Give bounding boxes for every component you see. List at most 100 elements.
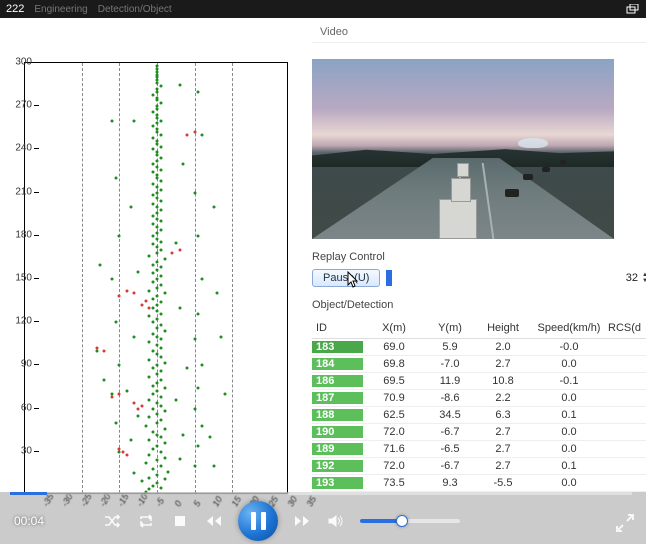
scatter-point — [156, 96, 159, 99]
restore-icon[interactable] — [626, 4, 640, 14]
scatter-point — [137, 407, 140, 410]
scatter-point — [159, 450, 162, 453]
scatter-point — [152, 321, 155, 324]
cell-x: 71.6 — [364, 443, 424, 455]
scatter-point — [133, 472, 136, 475]
table-row[interactable]: 19272.0-6.72.70.1 — [312, 458, 646, 475]
col-height[interactable]: Height — [476, 322, 530, 334]
scatter-point — [152, 182, 155, 185]
scatter-point — [182, 162, 185, 165]
scatter-point — [118, 295, 121, 298]
table-row[interactable]: 18369.05.92.0-0.0 — [312, 339, 646, 356]
time-elapsed: 00:04 — [14, 514, 44, 528]
scatter-point — [156, 381, 159, 384]
volume-thumb[interactable] — [396, 515, 408, 527]
scatter-point — [152, 203, 155, 206]
next-icon[interactable] — [292, 511, 312, 531]
scatter-point — [156, 197, 159, 200]
table-row[interactable]: 19072.0-6.72.70.0 — [312, 424, 646, 441]
scatter-point — [201, 424, 204, 427]
scatter-point — [159, 324, 162, 327]
scatter-point — [159, 119, 162, 122]
cell-y: 11.9 — [424, 375, 476, 387]
tab-video[interactable]: Video — [312, 22, 356, 42]
cell-speed: 0.1 — [530, 460, 608, 472]
cell-x: 69.5 — [364, 375, 424, 387]
table-row[interactable]: 18469.8-7.02.70.0 — [312, 356, 646, 373]
stop-icon[interactable] — [170, 511, 190, 531]
col-id[interactable]: ID — [312, 322, 364, 334]
scatter-point — [197, 312, 200, 315]
replay-label: Replay Control — [312, 251, 646, 263]
fullscreen-icon[interactable] — [614, 512, 636, 534]
scatter-point — [156, 191, 159, 194]
scatter-point — [140, 303, 143, 306]
scatter-point — [159, 157, 162, 160]
scatter-point — [156, 128, 159, 131]
scatter-point — [156, 142, 159, 145]
table-row[interactable]: 18770.9-8.62.20.0 — [312, 390, 646, 407]
cell-x: 72.0 — [364, 460, 424, 472]
volume-icon[interactable] — [326, 511, 346, 531]
cell-speed: 0.0 — [530, 477, 608, 489]
scatter-point — [156, 286, 159, 289]
speed-down-icon[interactable]: ▼ — [642, 278, 646, 284]
scatter-point — [152, 263, 155, 266]
scatter-point — [99, 263, 102, 266]
replay-controls: Pause(U) 32 ▲ ▼ — [312, 269, 646, 287]
prev-icon[interactable] — [204, 511, 224, 531]
table-row[interactable]: 18971.6-6.52.70.0 — [312, 441, 646, 458]
col-y[interactable]: Y(m) — [424, 322, 476, 334]
scatter-point — [167, 470, 170, 473]
cell-y: -7.0 — [424, 358, 476, 370]
scatter-point — [201, 134, 204, 137]
play-pause-button[interactable] — [238, 501, 278, 541]
cell-height: 2.7 — [476, 358, 530, 370]
content-area: 306090120150180210240270300 -35-30-25-20… — [0, 18, 646, 492]
scatter-point — [159, 200, 162, 203]
scatter-point — [152, 430, 155, 433]
table-row[interactable]: 18669.511.910.8-0.1 — [312, 373, 646, 390]
speed-spinner[interactable]: 32 ▲ ▼ — [626, 272, 646, 284]
scatter-point — [118, 450, 121, 453]
scatter-point — [156, 422, 159, 425]
scatter-point — [193, 407, 196, 410]
y-tick-label: 180 — [10, 229, 32, 240]
col-rcs[interactable]: RCS(d — [608, 322, 646, 334]
scatter-point — [174, 242, 177, 245]
scatter-point — [156, 211, 159, 214]
scatter-point — [156, 309, 159, 312]
scatter-point — [186, 134, 189, 137]
scatter-point — [156, 105, 159, 108]
video-thumbnail[interactable] — [312, 59, 614, 239]
scatter-point — [159, 370, 162, 373]
pause-button[interactable]: Pause(U) — [312, 269, 380, 287]
scatter-point — [156, 295, 159, 298]
scatter-point — [156, 165, 159, 168]
cell-height: 2.7 — [476, 460, 530, 472]
repeat-icon[interactable] — [136, 511, 156, 531]
scatter-point — [208, 436, 211, 439]
table-row[interactable]: 18862.534.56.30.1 — [312, 407, 646, 424]
scatter-point — [159, 419, 162, 422]
cell-id: 189 — [312, 443, 364, 455]
cell-height: 2.0 — [476, 341, 530, 353]
progress-track[interactable] — [10, 492, 632, 495]
volume-slider[interactable] — [360, 519, 460, 523]
col-speed[interactable]: Speed(km/h) — [530, 322, 608, 334]
scatter-point — [152, 447, 155, 450]
scatter-point — [159, 145, 162, 148]
scatter-point — [152, 243, 155, 246]
scatter-point — [156, 151, 159, 154]
scatter-point — [133, 401, 136, 404]
shuffle-icon[interactable] — [102, 511, 122, 531]
cell-y: -6.5 — [424, 443, 476, 455]
scatter-point — [159, 378, 162, 381]
cell-id: 186 — [312, 375, 364, 387]
scatter-point — [152, 350, 155, 353]
scatter-point — [156, 260, 159, 263]
cell-speed: 0.0 — [530, 392, 608, 404]
table-row[interactable]: 19373.59.3-5.50.0 — [312, 475, 646, 492]
col-x[interactable]: X(m) — [364, 322, 424, 334]
scatter-point — [159, 240, 162, 243]
